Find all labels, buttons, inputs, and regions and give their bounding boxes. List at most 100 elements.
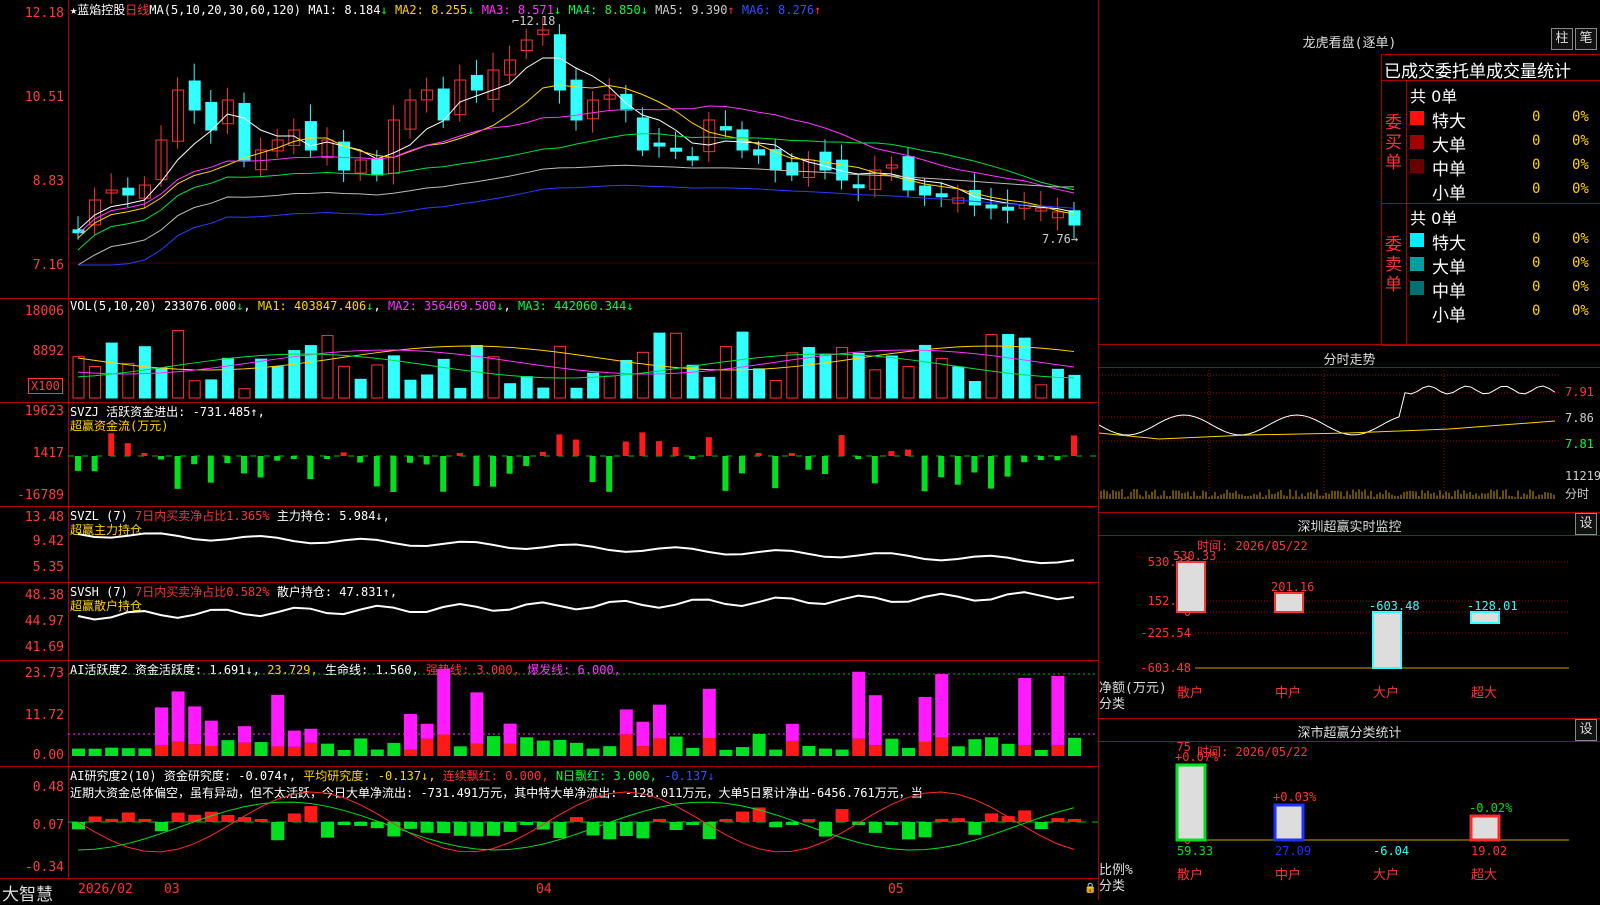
- order-count: 0: [1532, 279, 1541, 295]
- sz-stats-xlabel: 分类: [1099, 879, 1126, 894]
- active-bar: [586, 748, 600, 756]
- svzl-chart[interactable]: [0, 506, 1098, 582]
- svzj-chart[interactable]: [0, 402, 1098, 506]
- bar-label: -603.48: [1369, 599, 1420, 613]
- candle-body: [653, 142, 666, 147]
- tick-mode-button[interactable]: 笔: [1575, 28, 1597, 50]
- intraday-panel[interactable]: 分时走势 7.91 7.86 7.81 11219 分时: [1099, 344, 1600, 513]
- candle-body: [919, 185, 932, 196]
- research-bar: [653, 819, 666, 822]
- active-bar: [487, 736, 500, 756]
- kline-panel[interactable]: ★蓝焰控股日线MA(5,10,20,30,60,120) MA1: 8.184↓…: [0, 0, 1098, 299]
- active-bar-top: [1051, 675, 1065, 745]
- svzl-panel[interactable]: SVZL (7) 7日内买卖净占比1.365% 主力持仓: 5.984↓, 超赢…: [0, 506, 1098, 583]
- lock-icon[interactable]: 🔒: [1084, 883, 1096, 894]
- active-bar: [271, 746, 285, 756]
- volume-bar: [636, 351, 649, 399]
- flow-bar: [573, 439, 579, 456]
- sz-monitor-chart[interactable]: 530.33152.390-225.54-603.48530.33201.16-…: [1099, 513, 1600, 719]
- svzj-panel[interactable]: SVZJ 活跃资金进出: -731.485↑, 超赢资金流(万元) 19623 …: [0, 402, 1098, 507]
- active-bar-top: [304, 728, 318, 743]
- research-bar: [155, 822, 168, 832]
- ai-active-chart[interactable]: [0, 660, 1098, 766]
- sz-monitor-panel[interactable]: 深圳超赢实时监控 设 时间: 2026/05/22 530.33152.390-…: [1099, 512, 1600, 719]
- research-bar: [885, 822, 899, 825]
- active-bar-top: [785, 723, 799, 741]
- volume-bar: [553, 345, 566, 399]
- volume-bar: [603, 375, 616, 399]
- flow-bar: [91, 456, 98, 472]
- flow-bar: [473, 456, 480, 487]
- flow-bar: [871, 456, 878, 484]
- active-bar: [935, 737, 949, 756]
- research-bar: [719, 819, 733, 822]
- intraday-chart[interactable]: [1099, 345, 1600, 513]
- active-bar-top: [404, 714, 417, 750]
- candle-body: [786, 162, 799, 176]
- main-chart-area[interactable]: ★蓝焰控股日线MA(5,10,20,30,60,120) MA1: 8.184↓…: [0, 0, 1098, 905]
- research-bar: [918, 822, 932, 838]
- volume-bar: [504, 383, 517, 399]
- active-bar: [619, 734, 633, 756]
- research-bar: [287, 813, 301, 822]
- active-bar: [370, 749, 384, 756]
- active-bar-top: [171, 691, 185, 742]
- svsh-panel[interactable]: SVSH (7) 7日内买卖净占比0.582% 散户持仓: 47.831↑, 超…: [0, 582, 1098, 661]
- research-bar: [121, 812, 135, 822]
- svsh-chart[interactable]: [0, 582, 1098, 660]
- candle-body: [902, 156, 915, 191]
- candle-body: [753, 149, 766, 156]
- monitor-bar: [1274, 592, 1304, 613]
- flow-bar: [722, 456, 729, 491]
- active-bar: [719, 749, 733, 756]
- volume-chart[interactable]: [0, 298, 1098, 402]
- category-label: 超大: [1471, 868, 1497, 883]
- legend-swatch: [1410, 183, 1424, 197]
- active-bar-top: [238, 726, 251, 743]
- active-bar-top: [852, 671, 866, 739]
- research-bar: [553, 822, 567, 839]
- active-bar-top: [204, 720, 218, 746]
- dragon-tiger-panel[interactable]: 龙虎看盘(逐单) 柱 笔 已成交委托单成交量统计 委买单 共 0单 特大 0 0% 大…: [1099, 0, 1600, 346]
- active-bar: [819, 748, 832, 756]
- research-bar: [72, 822, 85, 830]
- research-bar: [702, 822, 716, 839]
- ai-research-chart[interactable]: [0, 766, 1098, 878]
- dragon-tiger-title: 龙虎看盘(逐单): [1302, 36, 1397, 51]
- research-bar: [204, 811, 218, 822]
- flow-bar: [423, 456, 430, 465]
- sz-stats-chart[interactable]: 7550250+0.07%+0.03%-0.02%59.3327.09-6.04…: [1099, 719, 1600, 901]
- active-bar: [453, 746, 467, 756]
- active-bar: [254, 742, 268, 756]
- research-bar: [354, 822, 368, 826]
- research-bar: [470, 822, 484, 837]
- research-bar: [570, 817, 583, 822]
- candlestick-chart[interactable]: [0, 0, 1098, 298]
- active-bar: [470, 743, 484, 756]
- volume-bar: [769, 379, 782, 399]
- active-bar-top: [470, 692, 484, 744]
- ai-research-panel[interactable]: AI研究度2(10) 资金研究度: -0.074↑, 平均研究度: -0.137…: [0, 766, 1098, 878]
- volume-panel[interactable]: VOL(5,10,20) 233076.000↓, MA1: 403847.40…: [0, 298, 1098, 403]
- bar-label: +0.03%: [1273, 790, 1317, 804]
- active-bar: [304, 742, 318, 756]
- flow-bar: [324, 456, 330, 459]
- active-bar: [437, 734, 451, 756]
- monitor-bar: [1176, 561, 1206, 613]
- holding-line: [77, 532, 1075, 565]
- flow-bar: [622, 441, 629, 456]
- active-bar-top: [287, 730, 301, 747]
- candle-body: [1002, 206, 1015, 211]
- active-bar: [155, 745, 168, 756]
- bar-mode-button[interactable]: 柱: [1551, 28, 1573, 50]
- order-stats-box: 已成交委托单成交量统计 委买单 共 0单 特大 0 0% 大单 0 0% 中单 0 0% 小单 0 0…: [1381, 54, 1600, 346]
- volume-bar: [869, 369, 882, 399]
- volume-bar: [105, 342, 118, 399]
- sz-stats-panel[interactable]: 深市超赢分类统计 设 时间: 2026/05/22 7550250+0.07%+…: [1099, 718, 1600, 901]
- order-count: 0: [1532, 109, 1541, 125]
- candle-body: [122, 187, 135, 196]
- active-bar: [503, 743, 517, 756]
- ai-active-panel[interactable]: AI活跃度2 资金活跃度: 1.691↓, 23.729, 生命线: 1.560…: [0, 660, 1098, 767]
- axis-label: -225.54: [1140, 626, 1191, 640]
- active-bar: [88, 748, 102, 756]
